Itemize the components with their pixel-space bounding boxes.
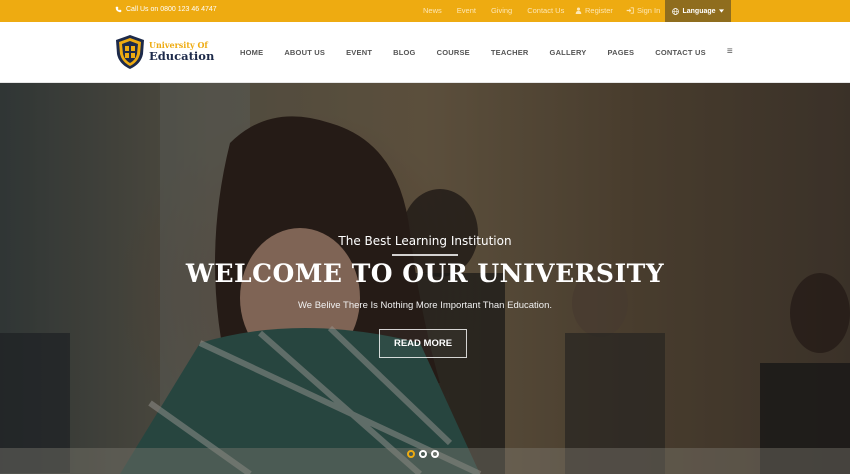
hero-divider: [392, 254, 458, 256]
sign-in-icon: [626, 7, 634, 14]
phone-text: Call Us on 0800 123 46 4747: [126, 6, 217, 13]
globe-icon: [672, 7, 680, 15]
phone-icon: [115, 6, 122, 13]
signin-link[interactable]: Sign In: [626, 6, 660, 15]
shield-logo-icon: [116, 35, 144, 69]
read-more-button[interactable]: READ MORE: [379, 329, 467, 358]
user-icon: [575, 7, 582, 14]
top-link-news[interactable]: News: [423, 6, 442, 15]
top-bar: Call Us on 0800 123 46 4747 News Event G…: [0, 0, 850, 22]
logo-text: University Of Education: [149, 41, 214, 63]
logo-line-1: University Of: [149, 40, 208, 51]
nav-event[interactable]: EVENT: [346, 48, 372, 57]
nav-contact-us[interactable]: CONTACT US: [655, 48, 706, 57]
nav-gallery[interactable]: GALLERY: [550, 48, 587, 57]
hero-title: WELCOME TO OUR UNIVERSITY: [185, 259, 665, 288]
top-link-contact[interactable]: Contact Us: [527, 6, 564, 15]
register-label: Register: [585, 6, 613, 15]
signin-label: Sign In: [636, 6, 661, 15]
nav-teacher[interactable]: TEACHER: [491, 48, 529, 57]
caret-down-icon: [718, 9, 724, 13]
slider-dot-1[interactable]: [407, 450, 415, 458]
site-logo[interactable]: University Of Education: [114, 34, 214, 70]
hero-slider: The Best Learning Institution WELCOME TO…: [0, 83, 850, 474]
main-nav: HOME ABOUT US EVENT BLOG COURSE TEACHER …: [240, 46, 754, 57]
slider-dots: [407, 450, 439, 458]
nav-home[interactable]: HOME: [240, 48, 263, 57]
nav-pages[interactable]: PAGES: [608, 48, 635, 57]
hero-tagline: We Belive There Is Nothing More Importan…: [298, 300, 552, 311]
hero-content: The Best Learning Institution WELCOME TO…: [0, 83, 850, 474]
register-link[interactable]: Register: [575, 6, 613, 15]
nav-blog[interactable]: BLOG: [393, 48, 415, 57]
language-label: Language: [682, 7, 716, 15]
main-header: University Of Education HOME ABOUT US EV…: [0, 22, 850, 83]
nav-course[interactable]: COURSE: [437, 48, 470, 57]
top-links: News Event Giving Contact Us: [423, 6, 579, 15]
top-link-event[interactable]: Event: [457, 6, 476, 15]
language-dropdown[interactable]: Language: [665, 0, 731, 22]
hero-subtitle: The Best Learning Institution: [338, 234, 512, 248]
slider-dot-2[interactable]: [419, 450, 427, 458]
top-link-giving[interactable]: Giving: [491, 6, 512, 15]
account-links: Register Sign In: [575, 6, 660, 15]
slider-dot-3[interactable]: [431, 450, 439, 458]
hamburger-menu-icon[interactable]: ≡: [727, 46, 733, 57]
nav-about-us[interactable]: ABOUT US: [284, 48, 325, 57]
logo-line-2: Education: [149, 49, 215, 64]
phone-contact: Call Us on 0800 123 46 4747: [115, 6, 217, 13]
